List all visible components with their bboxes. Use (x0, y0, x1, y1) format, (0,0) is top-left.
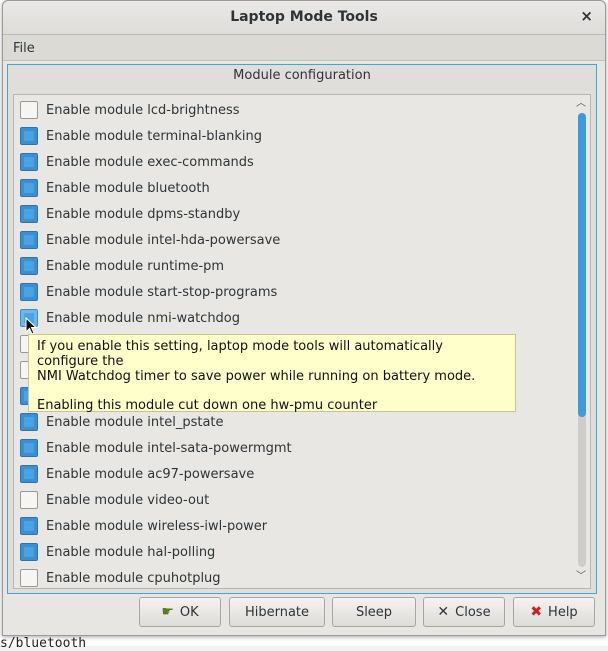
tooltip-line: If you enable this setting, laptop mode … (37, 339, 443, 369)
scroll-down-icon[interactable]: ﹀ (575, 572, 587, 582)
module-label: Enable module intel-sata-powermgmt (46, 440, 292, 456)
titlebar[interactable]: Laptop Mode Tools × (3, 1, 605, 35)
module-label: Enable module nmi-watchdog (46, 310, 241, 326)
module-row[interactable]: Enable module intel_pstate (20, 411, 224, 433)
background-terminal-text: s/bluetooth (0, 636, 87, 651)
module-label: Enable module dpms-standby (46, 206, 241, 222)
scrollbar[interactable]: ︿ ﹀ (576, 99, 586, 584)
close-button-label: Close (455, 604, 491, 620)
module-row[interactable]: Enable module nmi-watchdog (20, 307, 240, 329)
module-checkbox[interactable] (20, 569, 38, 587)
module-row[interactable]: Enable module exec-commands (20, 151, 254, 173)
module-label: Enable module cpuhotplug (46, 570, 221, 586)
module-checkbox[interactable] (20, 127, 38, 145)
module-label: Enable module runtime-pm (46, 258, 225, 274)
module-row[interactable]: Enable module wireless-iwl-power (20, 515, 267, 537)
module-checkbox[interactable] (20, 283, 38, 301)
window-title: Laptop Mode Tools (230, 9, 378, 25)
module-row[interactable]: Enable module terminal-blanking (20, 125, 262, 147)
group-legend: Module configuration (233, 68, 371, 83)
module-label: Enable module terminal-blanking (46, 128, 262, 144)
ok-button[interactable]: ☛ OK (139, 597, 221, 627)
module-label: Enable module ac97-powersave (46, 466, 255, 482)
menubar: File (3, 35, 605, 61)
module-row[interactable]: Enable module intel-sata-powermgmt (20, 437, 292, 459)
module-row[interactable]: Enable module intel-hda-powersave (20, 229, 280, 251)
help-button-label: Help (548, 604, 578, 620)
module-row[interactable]: Enable module video-out (20, 489, 209, 511)
module-checkbox[interactable] (20, 101, 38, 119)
module-checkbox[interactable] (20, 179, 38, 197)
module-row[interactable]: Enable module runtime-pm (20, 255, 224, 277)
module-checkbox[interactable] (20, 153, 38, 171)
help-button[interactable]: ✖ Help (513, 597, 595, 627)
module-label: Enable module hal-polling (46, 544, 216, 560)
window-close-button[interactable]: × (580, 7, 593, 25)
module-row[interactable]: Enable module hal-polling (20, 541, 215, 563)
module-checkbox[interactable] (20, 205, 38, 223)
module-checkbox[interactable] (20, 517, 38, 535)
module-label: Enable module video-out (46, 492, 210, 508)
tooltip-line: Enabling this module cut down one hw-pmu… (37, 398, 378, 413)
module-checkbox[interactable] (20, 231, 38, 249)
module-row[interactable]: Enable module start-stop-programs (20, 281, 277, 303)
module-row[interactable]: Enable module dpms-standby (20, 203, 240, 225)
hibernate-button[interactable]: Hibernate (229, 597, 325, 627)
sleep-button-label: Sleep (355, 604, 393, 620)
module-label: Enable module bluetooth (46, 180, 210, 196)
module-row[interactable]: Enable module ac97-powersave (20, 463, 254, 485)
module-row[interactable]: Enable module cpuhotplug (20, 567, 221, 588)
close-button[interactable]: ✕ Close (423, 597, 505, 627)
module-label: Enable module start-stop-programs (46, 284, 278, 300)
tooltip-line: NMI Watchdog timer to save power while r… (37, 369, 476, 384)
module-checkbox[interactable] (20, 439, 38, 457)
module-label: Enable module wireless-iwl-power (46, 518, 268, 534)
hibernate-button-label: Hibernate (244, 604, 310, 620)
module-checkbox[interactable] (20, 257, 38, 275)
ok-hand-icon: ☛ (161, 604, 174, 620)
module-label: Enable module exec-commands (46, 154, 254, 170)
scrollbar-thumb[interactable] (578, 113, 586, 417)
ok-button-label: OK (179, 604, 199, 620)
module-label: Enable module lcd-brightness (46, 102, 240, 118)
sleep-button[interactable]: Sleep (332, 597, 416, 627)
tooltip: If you enable this setting, laptop mode … (28, 334, 516, 413)
module-row[interactable]: Enable module lcd-brightness (20, 99, 240, 121)
module-checkbox[interactable] (20, 491, 38, 509)
module-checkbox[interactable] (20, 543, 38, 561)
help-icon: ✖ (530, 604, 543, 620)
scroll-up-icon[interactable]: ︿ (575, 99, 587, 109)
module-checkbox[interactable] (20, 413, 38, 431)
module-label: Enable module intel_pstate (46, 414, 224, 430)
module-configuration-group: Module configuration ︿ ﹀ Enable module l… (7, 64, 597, 594)
module-label: Enable module intel-hda-powersave (46, 232, 281, 248)
close-icon: ✕ (437, 604, 450, 620)
module-checkbox[interactable] (20, 465, 38, 483)
module-row[interactable]: Enable module bluetooth (20, 177, 210, 199)
menu-file[interactable]: File (13, 41, 35, 56)
